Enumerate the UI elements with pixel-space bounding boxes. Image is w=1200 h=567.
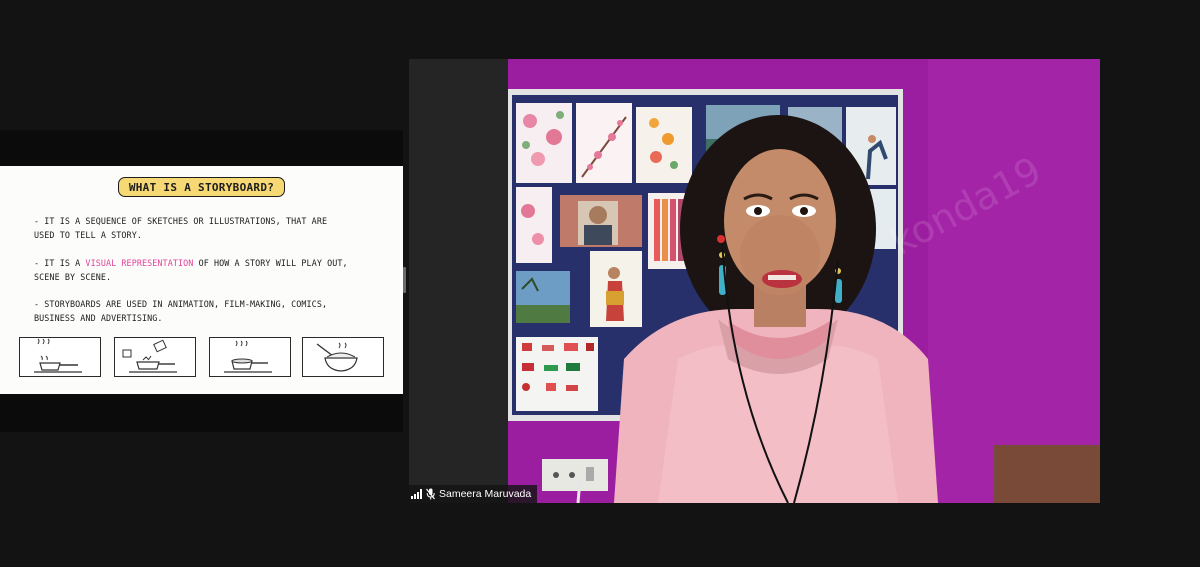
- bullet-2-prefix: - IT IS A: [34, 258, 86, 268]
- bullet-2-highlight: VISUAL REPRESENTATION: [85, 258, 194, 268]
- participant-video-tile[interactable]: konda19 Sameera Maruvada: [409, 59, 1100, 503]
- bullet-3-line-1: - STORYBOARDS ARE USED IN ANIMATION, FIL…: [34, 299, 328, 309]
- pan-on-stove-icon: [19, 337, 101, 377]
- storyboard-frames: [19, 337, 384, 377]
- food-bowl-icon: [302, 337, 384, 377]
- presentation-slide: WHAT IS A STORYBOARD? - IT IS A SEQUENCE…: [0, 166, 403, 394]
- split-view-resize-handle[interactable]: [403, 267, 406, 293]
- slide-bullet-3: - STORYBOARDS ARE USED IN ANIMATION, FIL…: [34, 297, 374, 325]
- adding-ingredients-icon: [114, 337, 196, 377]
- bullet-1-line-2: USED TO TELL A STORY.: [34, 230, 142, 240]
- slide-bullet-2: - IT IS A VISUAL REPRESENTATION OF HOW A…: [34, 256, 374, 284]
- muted-mic-icon: [426, 488, 435, 500]
- participant-name: Sameera Maruvada: [439, 488, 532, 500]
- signal-strength-icon: [411, 489, 422, 499]
- slide-bullet-1: - IT IS A SEQUENCE OF SKETCHES OR ILLUST…: [34, 214, 374, 242]
- bullet-3-line-2: BUSINESS AND ADVERTISING.: [34, 313, 163, 323]
- bullet-2-line-2: SCENE BY SCENE.: [34, 272, 112, 282]
- shared-screen-panel: WHAT IS A STORYBOARD? - IT IS A SEQUENCE…: [0, 130, 403, 432]
- bullet-1-line-1: - IT IS A SEQUENCE OF SKETCHES OR ILLUST…: [34, 216, 328, 226]
- participant-video-feed: konda19: [508, 59, 1100, 503]
- participant-name-tag: Sameera Maruvada: [409, 485, 538, 503]
- slide-title: WHAT IS A STORYBOARD?: [117, 177, 286, 197]
- bullet-2-suffix: OF HOW A STORY WILL PLAY OUT,: [193, 258, 348, 268]
- cooking-pan-icon: [209, 337, 291, 377]
